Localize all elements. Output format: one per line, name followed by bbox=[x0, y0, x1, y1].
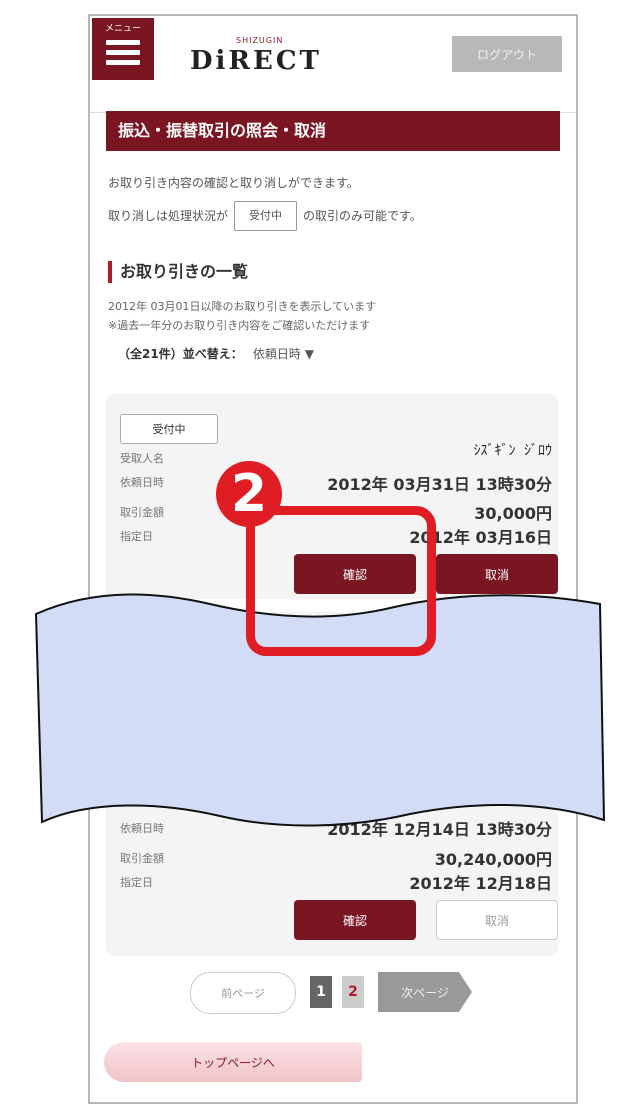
description-prefix: 取り消しは処理状況が bbox=[108, 209, 229, 223]
count-label: （全21件）並べ替え： bbox=[118, 347, 243, 361]
cancel-button[interactable]: 取消 bbox=[436, 554, 558, 594]
next-page-button[interactable]: 次ページ bbox=[378, 972, 472, 1012]
page-2-button[interactable]: 2 bbox=[342, 976, 364, 1008]
note-line-1: 2012年 03月01日以降のお取り引きを表示しています bbox=[108, 300, 377, 313]
date-label: 指定日 bbox=[120, 530, 153, 543]
requested-value: 2012年 03月31日 13時30分 bbox=[327, 475, 552, 494]
main-content: 振込・振替取引の照会・取消 お取り引き内容の確認と取り消しができます。 取り消し… bbox=[90, 111, 576, 362]
confirm-button[interactable]: 確認 bbox=[294, 900, 416, 940]
date-value: 2012年 12月18日 bbox=[409, 874, 552, 893]
cancel-button-disabled: 取消 bbox=[436, 900, 558, 940]
status-example-badge: 受付中 bbox=[234, 201, 298, 231]
section-title: お取り引きの一覧 bbox=[108, 261, 560, 283]
note-line-2: ※過去一年分のお取り引き内容をご確認いただけます bbox=[108, 319, 371, 332]
amount-value: 30,240,000円 bbox=[434, 850, 552, 869]
amount-label: 取引金額 bbox=[120, 506, 164, 519]
step-number-badge: 2 bbox=[216, 461, 282, 527]
amount-value: 30,000円 bbox=[474, 504, 552, 523]
highlight-box bbox=[246, 506, 436, 656]
payee-value: ｼｽﾞｷﾞﾝ ｼﾞﾛｳ bbox=[473, 443, 552, 459]
logo-main-text: DiRECT bbox=[190, 46, 322, 76]
description-line-2: 取り消しは処理状況が 受付中 の取引のみ可能です。 bbox=[108, 201, 560, 231]
description-suffix: の取引のみ可能です。 bbox=[303, 209, 422, 223]
list-note: 2012年 03月01日以降のお取り引きを表示しています ※過去一年分のお取り引… bbox=[108, 297, 560, 335]
top-page-button[interactable]: トップページへ bbox=[104, 1042, 362, 1082]
app-header: メニュー SHIZUGIN DiRECT ログアウト bbox=[90, 16, 576, 113]
page-1-button[interactable]: 1 bbox=[310, 976, 332, 1008]
description-line-1: お取り引き内容の確認と取り消しができます。 bbox=[108, 176, 359, 190]
sort-row: （全21件）並べ替え： 依頼日時 ▼ bbox=[118, 345, 560, 362]
requested-label: 依頼日時 bbox=[120, 822, 164, 835]
requested-label: 依頼日時 bbox=[120, 476, 164, 489]
requested-value: 2012年 12月14日 13時30分 bbox=[327, 820, 552, 839]
menu-button[interactable]: メニュー bbox=[92, 18, 154, 80]
date-label: 指定日 bbox=[120, 876, 153, 889]
payee-label: 受取人名 bbox=[120, 452, 164, 465]
page-title: 振込・振替取引の照会・取消 bbox=[106, 111, 560, 151]
prev-page-button: 前ページ bbox=[190, 972, 296, 1014]
menu-label: メニュー bbox=[104, 24, 141, 34]
transaction-card-2: 依頼日時 2012年 12月14日 13時30分 取引金額 30,240,000… bbox=[106, 612, 558, 956]
pagination: 前ページ 1 2 次ページ bbox=[90, 972, 576, 1016]
logout-button[interactable]: ログアウト bbox=[452, 36, 562, 72]
status-badge: 受付中 bbox=[120, 414, 218, 444]
logo-small-text: SHIZUGIN bbox=[236, 36, 284, 45]
logo: SHIZUGIN DiRECT bbox=[190, 36, 322, 76]
amount-label: 取引金額 bbox=[120, 852, 164, 865]
description: お取り引き内容の確認と取り消しができます。 取り消しは処理状況が 受付中 の取引… bbox=[108, 173, 560, 231]
hamburger-icon bbox=[106, 40, 140, 70]
sort-dropdown[interactable]: 依頼日時 ▼ bbox=[253, 347, 314, 361]
